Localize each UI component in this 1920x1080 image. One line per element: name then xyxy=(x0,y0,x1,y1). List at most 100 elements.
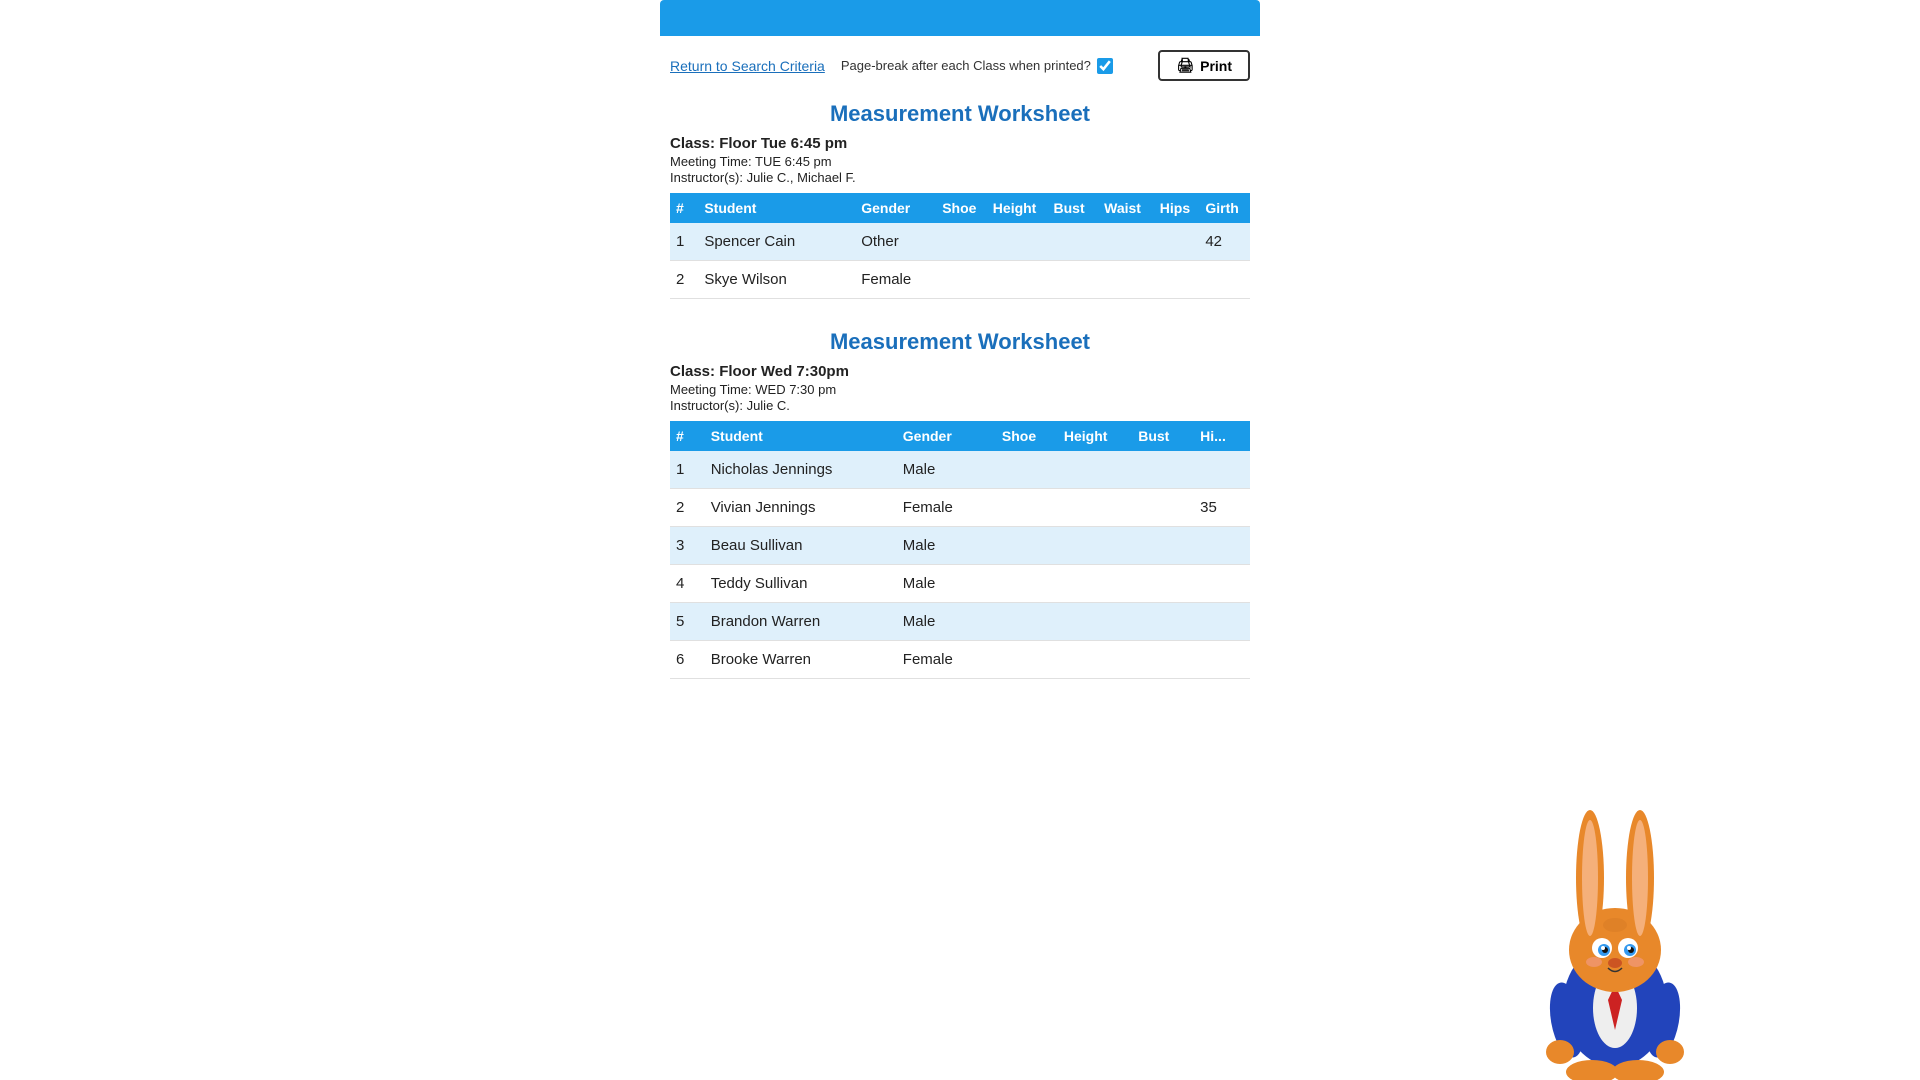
cell-gender: Male xyxy=(897,451,996,489)
cell-gender: Female xyxy=(855,261,936,299)
cell-gender: Other xyxy=(855,223,936,261)
table-row: 1 Nicholas Jennings Male xyxy=(670,451,1250,489)
cell-hips xyxy=(1194,527,1250,565)
cell-num: 2 xyxy=(670,261,698,299)
cell-hips xyxy=(1194,451,1250,489)
cell-height xyxy=(987,223,1048,261)
col-header-waist-1: Waist xyxy=(1098,193,1154,223)
cell-gender: Female xyxy=(897,489,996,527)
print-button[interactable]: 🖨 Print xyxy=(1158,50,1250,81)
cell-waist xyxy=(1098,261,1154,299)
printer-icon: 🖨 xyxy=(1176,57,1194,74)
col-header-hips-1: Hips xyxy=(1154,193,1200,223)
cell-student: Spencer Cain xyxy=(698,223,855,261)
return-link[interactable]: Return to Search Criteria xyxy=(670,58,825,74)
cell-girth xyxy=(1199,261,1250,299)
meeting-time-2: Meeting Time: WED 7:30 pm xyxy=(670,382,1250,397)
cell-bust xyxy=(1132,451,1194,489)
col-header-hips-2: Hi... xyxy=(1194,421,1250,451)
cell-num: 5 xyxy=(670,603,705,641)
cell-girth: 42 xyxy=(1199,223,1250,261)
cell-shoe xyxy=(996,489,1058,527)
cell-num: 1 xyxy=(670,451,705,489)
cell-shoe xyxy=(996,451,1058,489)
cell-student: Nicholas Jennings xyxy=(705,451,897,489)
cell-hips xyxy=(1194,603,1250,641)
cell-num: 4 xyxy=(670,565,705,603)
top-bar xyxy=(660,0,1260,36)
cell-height xyxy=(1058,451,1132,489)
cell-hips xyxy=(1194,565,1250,603)
table-row: 2 Skye Wilson Female xyxy=(670,261,1250,299)
cell-num: 2 xyxy=(670,489,705,527)
cell-shoe xyxy=(996,527,1058,565)
cell-shoe xyxy=(996,565,1058,603)
cell-student: Skye Wilson xyxy=(698,261,855,299)
page-break-checkbox[interactable] xyxy=(1097,58,1113,74)
cell-shoe xyxy=(996,603,1058,641)
worksheet-title-2: Measurement Worksheet xyxy=(670,329,1250,355)
cell-shoe xyxy=(996,641,1058,679)
cell-gender: Male xyxy=(897,565,996,603)
col-header-student-2: Student xyxy=(705,421,897,451)
col-header-girth-1: Girth xyxy=(1199,193,1250,223)
table-2: # Student Gender Shoe Height Bust Hi... … xyxy=(670,421,1250,679)
cell-height xyxy=(1058,565,1132,603)
cell-height xyxy=(1058,603,1132,641)
meeting-time-1: Meeting Time: TUE 6:45 pm xyxy=(670,154,1250,169)
col-header-height-2: Height xyxy=(1058,421,1132,451)
instructors-2: Instructor(s): Julie C. xyxy=(670,398,1250,413)
cell-gender: Male xyxy=(897,603,996,641)
col-header-shoe-2: Shoe xyxy=(996,421,1058,451)
cell-waist xyxy=(1098,223,1154,261)
col-header-gender-1: Gender xyxy=(855,193,936,223)
cell-hips xyxy=(1194,641,1250,679)
cell-height xyxy=(1058,527,1132,565)
cell-gender: Female xyxy=(897,641,996,679)
cell-height xyxy=(987,261,1048,299)
cell-student: Vivian Jennings xyxy=(705,489,897,527)
cell-student: Brandon Warren xyxy=(705,603,897,641)
table-row: 3 Beau Sullivan Male xyxy=(670,527,1250,565)
table-1: # Student Gender Shoe Height Bust Waist … xyxy=(670,193,1250,299)
class-title-2: Class: Floor Wed 7:30pm xyxy=(670,363,1250,380)
cell-bust xyxy=(1132,565,1194,603)
worksheet-title-1: Measurement Worksheet xyxy=(670,101,1250,127)
page-break-label: Page-break after each Class when printed… xyxy=(841,58,1113,74)
col-header-bust-1: Bust xyxy=(1048,193,1099,223)
cell-gender: Male xyxy=(897,527,996,565)
table-row: 2 Vivian Jennings Female 35 xyxy=(670,489,1250,527)
col-header-num-2: # xyxy=(670,421,705,451)
col-header-gender-2: Gender xyxy=(897,421,996,451)
cell-bust xyxy=(1048,261,1099,299)
section-1: Measurement Worksheet Class: Floor Tue 6… xyxy=(660,101,1260,319)
bunny-mascot xyxy=(1510,810,1720,1080)
col-header-height-1: Height xyxy=(987,193,1048,223)
toolbar: Return to Search Criteria Page-break aft… xyxy=(660,36,1260,91)
col-header-shoe-1: Shoe xyxy=(936,193,987,223)
cell-num: 1 xyxy=(670,223,698,261)
cell-shoe xyxy=(936,261,987,299)
cell-student: Beau Sullivan xyxy=(705,527,897,565)
cell-num: 3 xyxy=(670,527,705,565)
cell-bust xyxy=(1132,641,1194,679)
cell-student: Brooke Warren xyxy=(705,641,897,679)
cell-hips: 35 xyxy=(1194,489,1250,527)
cell-shoe xyxy=(936,223,987,261)
cell-bust xyxy=(1132,489,1194,527)
cell-height xyxy=(1058,489,1132,527)
instructors-1: Instructor(s): Julie C., Michael F. xyxy=(670,170,1250,185)
table-row: 5 Brandon Warren Male xyxy=(670,603,1250,641)
section-2: Measurement Worksheet Class: Floor Wed 7… xyxy=(660,329,1260,699)
cell-bust xyxy=(1132,603,1194,641)
page-wrapper: Return to Search Criteria Page-break aft… xyxy=(660,0,1260,699)
cell-student: Teddy Sullivan xyxy=(705,565,897,603)
cell-bust xyxy=(1132,527,1194,565)
table-row: 6 Brooke Warren Female xyxy=(670,641,1250,679)
table-row: 1 Spencer Cain Other 42 xyxy=(670,223,1250,261)
cell-hips xyxy=(1154,223,1200,261)
class-title-1: Class: Floor Tue 6:45 pm xyxy=(670,135,1250,152)
cell-bust xyxy=(1048,223,1099,261)
cell-num: 6 xyxy=(670,641,705,679)
cell-height xyxy=(1058,641,1132,679)
